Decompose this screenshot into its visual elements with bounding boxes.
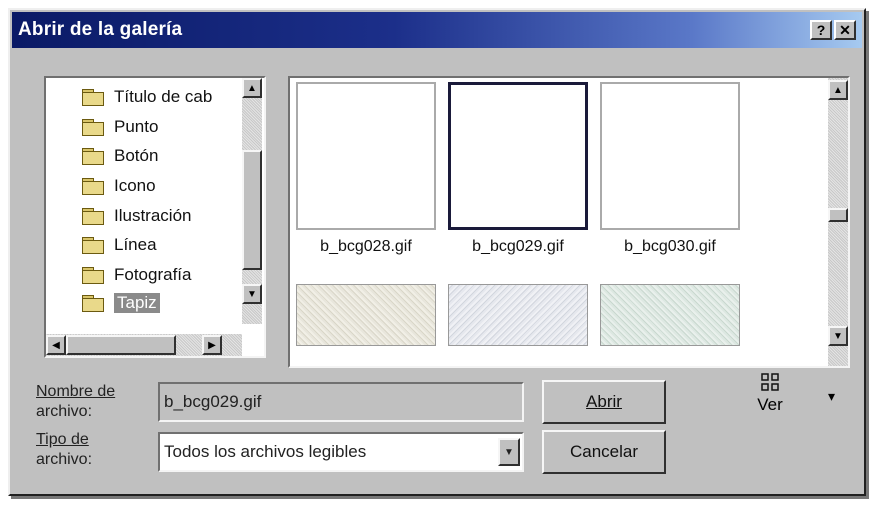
scroll-left-button[interactable]: ◀ bbox=[46, 335, 66, 355]
folder-icon bbox=[82, 237, 104, 254]
file-name: b_bcg028.gif bbox=[320, 238, 412, 255]
folder-item-icono[interactable]: Icono bbox=[82, 173, 156, 199]
scroll-up-button[interactable]: ▲ bbox=[242, 78, 262, 98]
view-grid-icon bbox=[761, 373, 779, 391]
folder-label: Botón bbox=[114, 146, 159, 165]
folder-label: Tapiz bbox=[114, 293, 160, 313]
filetype-value: Todos los archivos legibles bbox=[164, 442, 367, 461]
folder-icon bbox=[82, 208, 104, 225]
scroll-down-button[interactable]: ▼ bbox=[242, 284, 262, 304]
file-tile-b-bcg029[interactable]: b_bcg029.gif bbox=[448, 82, 588, 256]
folder-icon bbox=[82, 148, 104, 165]
filetype-label-line1: Tipo de bbox=[36, 431, 89, 448]
scroll-down-icon: ▼ bbox=[833, 330, 843, 342]
folder-icon bbox=[82, 119, 104, 136]
cancel-button[interactable]: Cancelar bbox=[542, 430, 666, 474]
file-thumbnail-texture[interactable] bbox=[448, 284, 588, 346]
file-name: b_bcg029.gif bbox=[472, 238, 564, 255]
file-thumbnail-panel: b_bcg028.gif b_bcg029.gif b_bcg030.gif ▲… bbox=[288, 76, 850, 368]
filename-input[interactable]: b_bcg029.gif bbox=[158, 382, 524, 422]
file-thumbnail-texture[interactable] bbox=[600, 284, 740, 346]
file-thumbnail bbox=[448, 82, 588, 230]
chevron-down-icon: ▼ bbox=[504, 446, 514, 458]
folder-label: Punto bbox=[114, 117, 159, 136]
folder-item-linea[interactable]: Línea bbox=[82, 232, 157, 258]
folder-label: Ilustración bbox=[114, 206, 192, 225]
scroll-down-button[interactable]: ▼ bbox=[828, 326, 848, 346]
filename-label: Nombre de archivo: bbox=[36, 382, 115, 422]
cancel-button-label: Cancelar bbox=[569, 442, 639, 461]
folder-vertical-scrollbar[interactable]: ▲ ▼ bbox=[242, 78, 262, 324]
file-tile-b-bcg030[interactable]: b_bcg030.gif bbox=[600, 82, 740, 256]
view-menu-arrow-icon[interactable]: ▾ bbox=[828, 388, 835, 405]
folder-item-punto[interactable]: Punto bbox=[82, 114, 158, 140]
folder-horizontal-scrollbar[interactable]: ◀ ▶ bbox=[46, 334, 242, 356]
scroll-up-icon: ▲ bbox=[833, 84, 843, 96]
open-folder-icon bbox=[82, 295, 104, 312]
file-thumbnail-texture[interactable] bbox=[296, 284, 436, 346]
scroll-up-icon: ▲ bbox=[247, 82, 257, 94]
filename-label-line1: Nombre de bbox=[36, 383, 116, 400]
help-button[interactable]: ? bbox=[810, 20, 832, 40]
file-vertical-scrollbar[interactable]: ▲ ▼ bbox=[828, 78, 848, 366]
file-tile-b-bcg028[interactable]: b_bcg028.gif bbox=[296, 82, 436, 256]
scroll-thumb[interactable] bbox=[242, 150, 262, 270]
folder-item-ilustracion[interactable]: Ilustración bbox=[82, 203, 191, 229]
file-name: b_bcg030.gif bbox=[624, 238, 716, 255]
close-button[interactable]: ✕ bbox=[834, 20, 856, 40]
file-thumbnail bbox=[600, 82, 740, 230]
folder-icon bbox=[82, 89, 104, 106]
folder-item-boton[interactable]: Botón bbox=[82, 143, 158, 169]
dropdown-button[interactable]: ▼ bbox=[498, 438, 520, 466]
scroll-right-button[interactable]: ▶ bbox=[202, 335, 222, 355]
scroll-thumb[interactable] bbox=[828, 208, 848, 222]
open-button[interactable]: Abrir bbox=[542, 380, 666, 424]
title-bar[interactable]: Abrir de la galería ? ✕ bbox=[12, 12, 862, 48]
folder-label: Fotografía bbox=[114, 265, 192, 284]
open-button-label: Abrir bbox=[586, 392, 622, 411]
scroll-up-button[interactable]: ▲ bbox=[828, 80, 848, 100]
folder-label: Título de cab bbox=[114, 87, 213, 106]
scroll-down-icon: ▼ bbox=[247, 288, 257, 300]
dialog-title: Abrir de la galería bbox=[18, 19, 183, 40]
scroll-right-icon: ▶ bbox=[208, 339, 216, 351]
file-thumbnail bbox=[296, 82, 436, 230]
filename-label-line2: archivo: bbox=[36, 403, 93, 420]
folder-item-tapiz[interactable]: Tapiz bbox=[82, 290, 160, 316]
filetype-label-line2: archivo: bbox=[36, 451, 93, 468]
folder-list-panel: Título de cab Punto Botón Icono Ilustrac… bbox=[44, 76, 266, 358]
folder-item-fotografia[interactable]: Fotografía bbox=[82, 262, 192, 288]
folder-item-titulo[interactable]: Título de cab bbox=[82, 84, 212, 110]
folder-label: Línea bbox=[114, 235, 157, 254]
folder-list: Título de cab Punto Botón Icono Ilustrac… bbox=[46, 78, 242, 324]
open-gallery-dialog: Abrir de la galería ? ✕ Título de cab Pu… bbox=[8, 8, 866, 496]
horizontal-scroll-thumb[interactable] bbox=[66, 335, 176, 355]
filetype-label: Tipo de archivo: bbox=[36, 430, 92, 470]
folder-icon bbox=[82, 178, 104, 195]
scroll-left-icon: ◀ bbox=[52, 339, 60, 351]
view-button[interactable]: Ver bbox=[750, 372, 790, 415]
folder-icon bbox=[82, 267, 104, 284]
folder-label: Icono bbox=[114, 176, 156, 195]
filetype-select[interactable]: Todos los archivos legibles ▼ bbox=[158, 432, 524, 472]
view-label: Ver bbox=[757, 395, 783, 414]
